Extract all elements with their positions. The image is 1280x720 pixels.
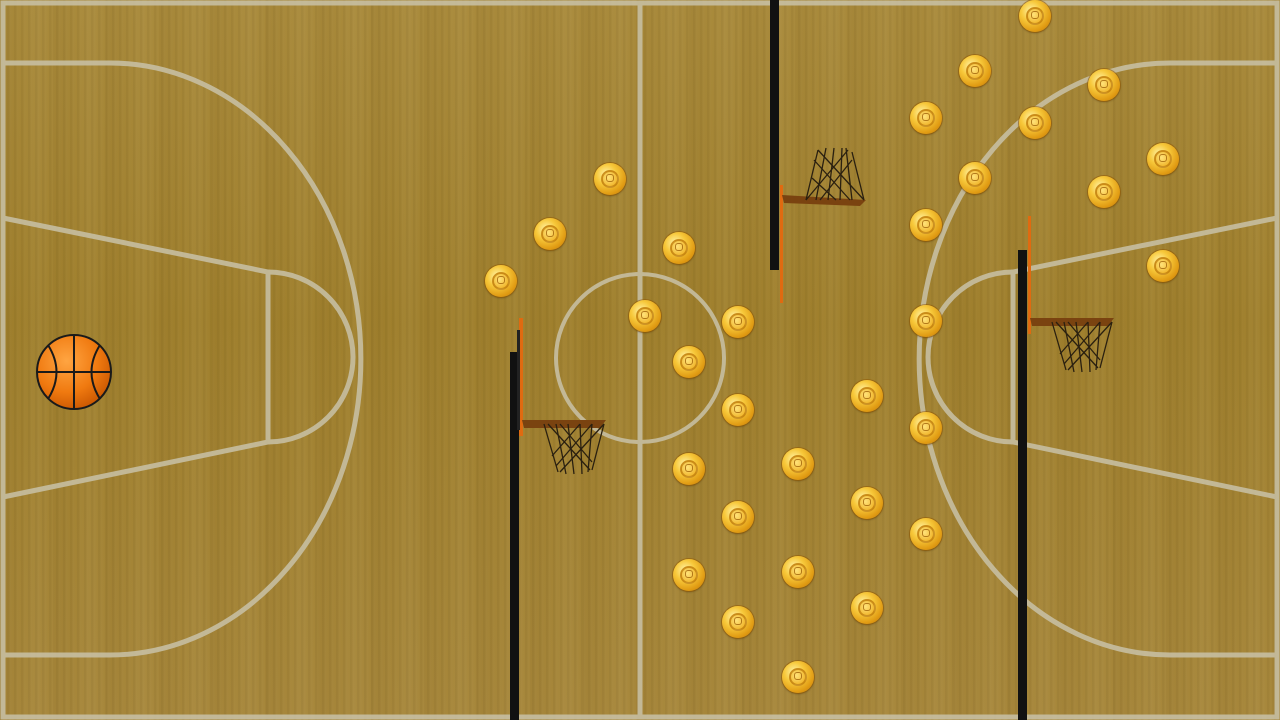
gold-coin-icon[interactable] — [485, 265, 517, 297]
gold-coin-icon[interactable] — [782, 556, 814, 588]
gold-coin-icon[interactable] — [594, 163, 626, 195]
gold-coin-icon[interactable] — [534, 218, 566, 250]
gold-coin-icon[interactable] — [1088, 176, 1120, 208]
gold-coin-icon[interactable] — [851, 487, 883, 519]
gold-coin-icon[interactable] — [663, 232, 695, 264]
gold-coin-icon[interactable] — [910, 305, 942, 337]
gold-coin-icon[interactable] — [722, 306, 754, 338]
gold-coin-icon[interactable] — [782, 448, 814, 480]
gold-coin-icon[interactable] — [1019, 107, 1051, 139]
right-three-point-line — [916, 60, 1277, 658]
gold-coin-icon[interactable] — [673, 346, 705, 378]
gold-coin-icon[interactable] — [782, 661, 814, 693]
basketball-icon[interactable] — [35, 333, 113, 411]
court-floor — [0, 0, 1280, 720]
gold-coin-icon[interactable] — [673, 453, 705, 485]
right-free-throw-arc — [925, 269, 1014, 445]
gold-coin-icon[interactable] — [910, 209, 942, 241]
court-lines — [0, 0, 1280, 720]
gold-coin-icon[interactable] — [722, 501, 754, 533]
gold-coin-icon[interactable] — [722, 606, 754, 638]
gold-coin-icon[interactable] — [910, 102, 942, 134]
gold-coin-icon[interactable] — [722, 394, 754, 426]
right-key — [1010, 215, 1278, 500]
gold-coin-icon[interactable] — [959, 55, 991, 87]
gold-coin-icon[interactable] — [851, 592, 883, 624]
gold-coin-icon[interactable] — [851, 380, 883, 412]
gold-coin-icon[interactable] — [959, 162, 991, 194]
gold-coin-icon[interactable] — [910, 518, 942, 550]
gold-coin-icon[interactable] — [1147, 250, 1179, 282]
gold-coin-icon[interactable] — [673, 559, 705, 591]
gold-coin-icon[interactable] — [1088, 69, 1120, 101]
gold-coin-icon[interactable] — [1147, 143, 1179, 175]
gold-coin-icon[interactable] — [910, 412, 942, 444]
left-free-throw-arc — [267, 269, 356, 445]
gold-coin-icon[interactable] — [629, 300, 661, 332]
gold-coin-icon[interactable] — [1019, 0, 1051, 32]
